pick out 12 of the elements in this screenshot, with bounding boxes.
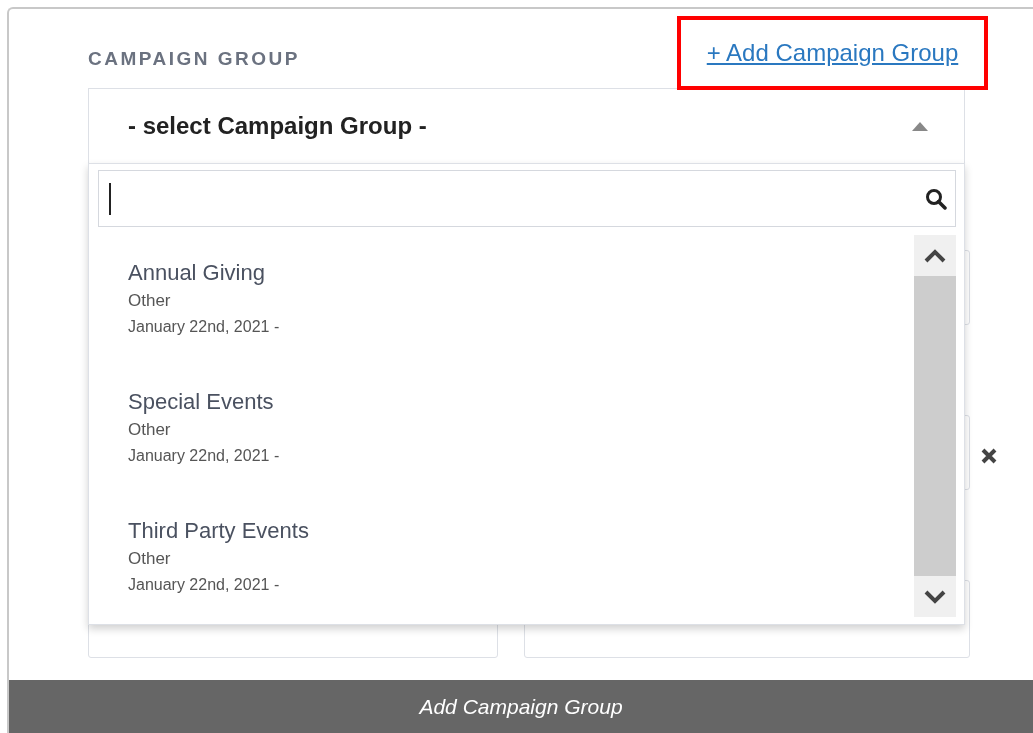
caption-text: Add Campaign Group: [419, 694, 623, 719]
section-label: CAMPAIGN GROUP: [88, 47, 300, 70]
option-date: January 22nd, 2021 -: [128, 575, 281, 595]
add-campaign-group-link[interactable]: + Add Campaign Group: [706, 39, 959, 67]
option-name[interactable]: Annual Giving: [128, 259, 914, 287]
option-date: January 22nd, 2021 -: [128, 446, 281, 466]
option-name[interactable]: Third Party Events: [128, 517, 914, 545]
option-date: January 22nd, 2021 -: [128, 317, 281, 337]
option-name[interactable]: Special Events: [128, 388, 914, 416]
option-type: Other: [128, 290, 172, 312]
option-type: Other: [128, 548, 172, 570]
option-type: Other: [128, 419, 172, 441]
